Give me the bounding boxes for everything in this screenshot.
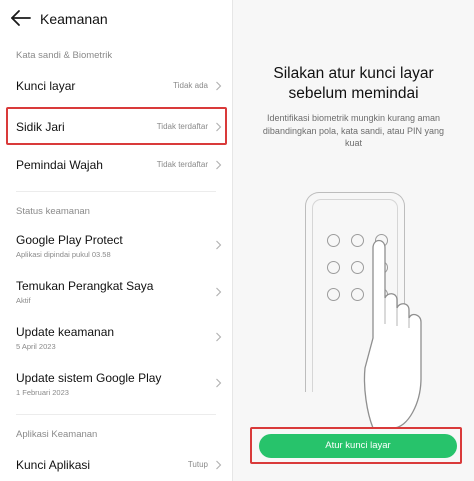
play-protect-subtitle: Aplikasi dipindai pukul 03.58 (16, 250, 111, 259)
chevron-right-icon (215, 287, 222, 297)
screen-lock-row[interactable]: Kunci layar Tidak ada (6, 72, 228, 100)
set-screen-lock-button[interactable]: Atur kunci layar (259, 434, 457, 458)
fingerprint-title: Sidik Jari (16, 120, 65, 134)
prompt-heading-line2: sebelum memindai (288, 85, 419, 102)
find-device-row[interactable]: Temukan Perangkat Saya Aktif (6, 274, 228, 308)
play-system-update-row[interactable]: Update sistem Google Play 1 Februari 202… (6, 366, 228, 400)
security-update-title: Update keamanan (16, 325, 115, 339)
arrow-left-icon (11, 10, 31, 26)
section-divider (16, 414, 216, 415)
screen-lock-prompt-panel: Silakan atur kunci layar sebelum meminda… (233, 0, 474, 481)
section-label-security-apps: Aplikasi Keamanan (16, 429, 98, 440)
face-scan-title: Pemindai Wajah (16, 158, 103, 172)
play-system-update-title: Update sistem Google Play (16, 371, 162, 385)
pattern-dot (327, 234, 340, 247)
section-label-security-status: Status keamanan (16, 206, 90, 217)
prompt-description: Identifikasi biometrik mungkin kurang am… (262, 113, 445, 148)
prompt-heading-line1: Silakan atur kunci layar (273, 65, 434, 82)
top-bar: Keamanan (0, 0, 232, 40)
fingerprint-row[interactable]: Sidik Jari Tidak terdaftar (6, 110, 228, 144)
back-button[interactable] (10, 9, 32, 27)
find-device-title: Temukan Perangkat Saya (16, 279, 154, 293)
play-system-update-subtitle: 1 Februari 2023 (16, 388, 69, 397)
hand-pointer-icon (363, 228, 423, 428)
play-protect-title: Google Play Protect (16, 233, 123, 247)
face-scan-row[interactable]: Pemindai Wajah Tidak terdaftar (6, 150, 228, 178)
app-lock-row[interactable]: Kunci Aplikasi Tutup (6, 451, 228, 479)
security-update-subtitle: 5 April 2023 (16, 342, 56, 351)
pattern-dot (327, 261, 340, 274)
screen-lock-title: Kunci layar (16, 79, 76, 93)
app-lock-title: Kunci Aplikasi (16, 458, 91, 472)
face-scan-value: Tidak terdaftar (156, 160, 208, 169)
section-divider (16, 191, 216, 192)
chevron-right-icon (215, 160, 222, 170)
screen-lock-value: Tidak ada (173, 81, 208, 90)
chevron-right-icon (215, 332, 222, 342)
chevron-right-icon (215, 378, 222, 388)
chevron-right-icon (215, 240, 222, 250)
section-label-password-biometric: Kata sandi & Biometrik (16, 50, 113, 61)
chevron-right-icon (215, 460, 222, 470)
chevron-right-icon (215, 122, 222, 132)
app-lock-value: Tutup (187, 460, 208, 469)
page-title: Keamanan (40, 11, 108, 27)
pattern-dot (327, 288, 340, 301)
play-protect-row[interactable]: Google Play Protect Aplikasi dipindai pu… (6, 228, 228, 262)
prompt-heading: Silakan atur kunci layar sebelum meminda… (233, 64, 474, 104)
settings-panel: Keamanan Kata sandi & Biometrik Kunci la… (0, 0, 232, 481)
chevron-right-icon (215, 81, 222, 91)
security-update-row[interactable]: Update keamanan 5 April 2023 (6, 320, 228, 354)
find-device-subtitle: Aktif (16, 296, 31, 305)
fingerprint-value: Tidak terdaftar (156, 122, 208, 131)
